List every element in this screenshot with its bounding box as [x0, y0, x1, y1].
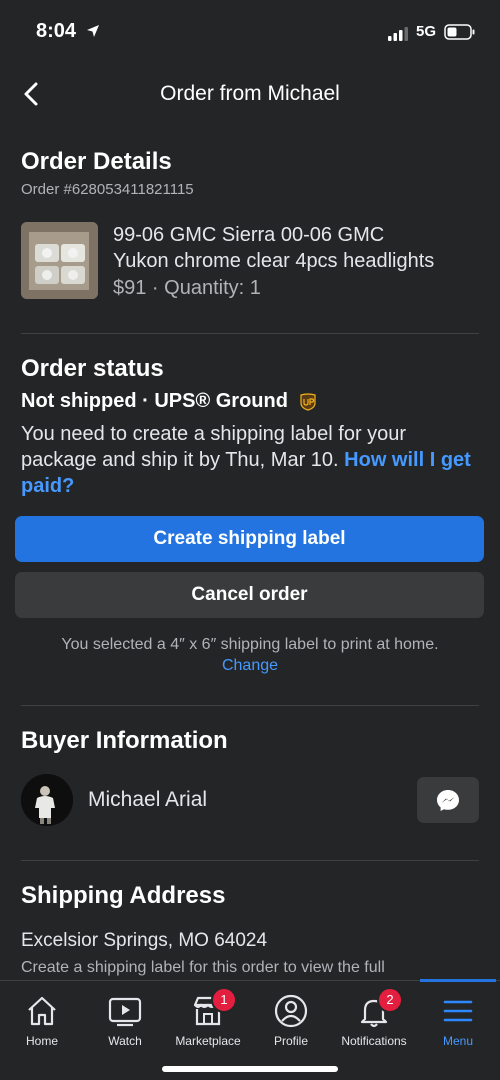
status-description: You need to create a shipping label for …	[21, 421, 481, 499]
order-status-heading: Order status	[21, 355, 164, 382]
buyer-information-heading: Buyer Information	[21, 727, 228, 754]
tab-menu[interactable]: Menu	[416, 981, 500, 1061]
item-title-line-2: Yukon chrome clear 4pcs headlights	[113, 250, 435, 272]
shipping-status-text: Not shipped · UPS® Ground	[21, 390, 288, 412]
tab-watch-label: Watch	[108, 1034, 142, 1048]
cellular-signal-icon	[388, 27, 408, 41]
divider	[21, 705, 479, 706]
tab-watch[interactable]: Watch	[83, 981, 167, 1061]
item-price-quantity: $91 · Quantity: 1	[113, 277, 261, 299]
menu-icon	[443, 1000, 473, 1022]
shipping-label-note: You selected a 4″ x 6″ shipping label to…	[0, 634, 500, 676]
watch-icon	[108, 997, 142, 1027]
order-number: Order #628053411821115	[21, 181, 194, 198]
shipping-address-note: Create a shipping label for this order t…	[21, 959, 385, 976]
tab-home[interactable]: Home	[0, 981, 84, 1061]
tab-marketplace[interactable]: 1 Marketplace	[166, 981, 250, 1061]
buyer-avatar-image	[21, 774, 73, 826]
tab-home-label: Home	[25, 1034, 58, 1048]
item-title[interactable]: 99-06 GMC Sierra 00-06 GMC Yukon chrome …	[113, 222, 478, 274]
home-icon	[28, 996, 56, 1026]
tab-profile-label: Profile	[273, 1034, 308, 1048]
messenger-icon	[437, 790, 459, 811]
tab-notifications[interactable]: 2 Notifications	[332, 981, 416, 1061]
tab-profile[interactable]: Profile	[249, 981, 333, 1061]
bottom-tab-bar: Home Watch 1 Marketplace Profile 2 Notif…	[0, 979, 500, 1080]
change-label-link[interactable]: Change	[0, 655, 500, 676]
item-title-line-1: 99-06 GMC Sierra 00-06 GMC	[113, 224, 385, 246]
notifications-badge: 2	[377, 987, 403, 1013]
shipping-address-heading: Shipping Address	[21, 882, 226, 909]
header: Order from Michael	[0, 70, 500, 118]
cancel-order-button[interactable]: Cancel order	[15, 572, 484, 618]
order-details-heading: Order Details	[21, 148, 172, 175]
shipping-label-note-text: You selected a 4″ x 6″ shipping label to…	[61, 636, 439, 653]
network-label: 5G	[416, 23, 437, 40]
create-shipping-label-button[interactable]: Create shipping label	[15, 516, 484, 562]
battery-icon	[444, 24, 475, 40]
message-buyer-button[interactable]	[417, 777, 479, 823]
tab-marketplace-label: Marketplace	[175, 1034, 241, 1048]
page-title: Order from Michael	[160, 82, 340, 105]
profile-icon	[274, 994, 308, 1028]
tab-notifications-label: Notifications	[341, 1034, 407, 1048]
divider	[21, 860, 479, 861]
buyer-name[interactable]: Michael Arial	[88, 788, 207, 812]
item-photo-image	[21, 222, 98, 299]
ups-logo-icon	[299, 393, 316, 411]
buyer-avatar[interactable]	[21, 774, 73, 826]
home-indicator	[162, 1066, 338, 1072]
tab-menu-label: Menu	[442, 1034, 474, 1048]
item-thumbnail[interactable]	[21, 222, 98, 299]
status-bar: 8:04 5G	[0, 0, 500, 62]
divider	[21, 333, 479, 334]
shipping-address: Excelsior Springs, MO 64024	[21, 930, 268, 951]
location-arrow-icon	[87, 25, 99, 37]
status-time: 8:04	[36, 20, 77, 42]
marketplace-badge: 1	[211, 987, 237, 1013]
shipping-status: Not shipped · UPS® Ground	[21, 390, 316, 413]
